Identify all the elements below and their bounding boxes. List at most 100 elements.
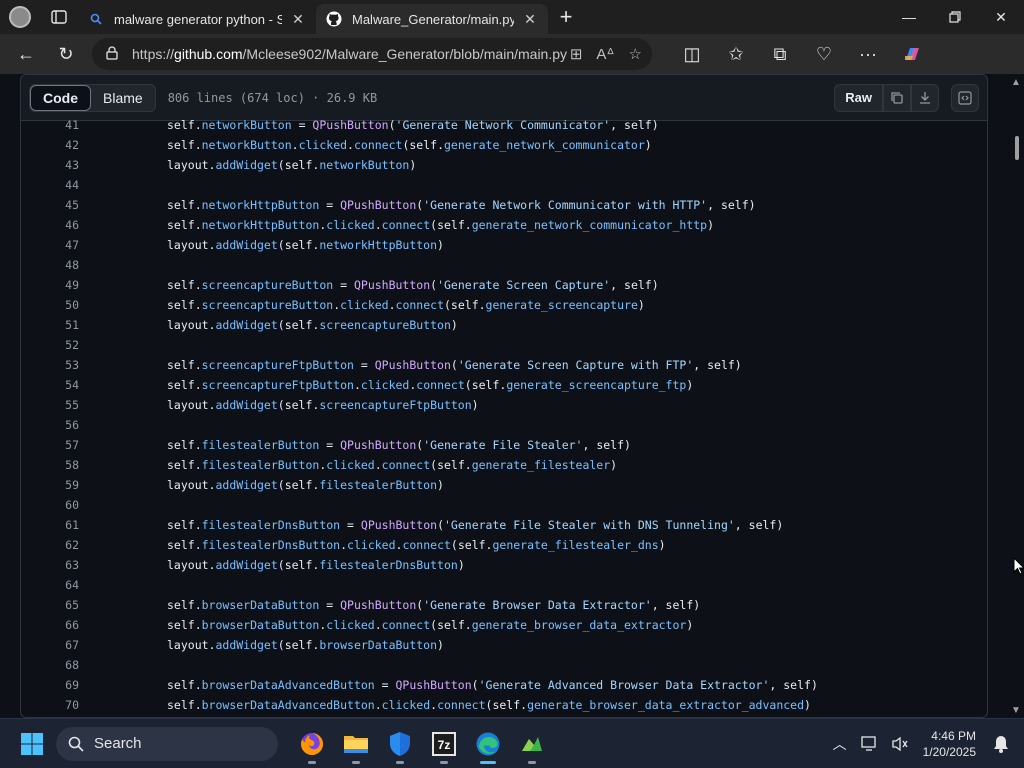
line-number[interactable]: 48 <box>21 258 79 272</box>
show-hidden-icons-button[interactable]: ︿ <box>825 724 855 764</box>
code-text: self.screencaptureFtpButton.clicked.conn… <box>167 378 694 392</box>
taskbar-app-file-explorer[interactable] <box>334 722 378 766</box>
close-tab-icon[interactable]: ✕ <box>290 11 306 27</box>
code-text: self.filestealerDnsButton.clicked.connec… <box>167 538 666 552</box>
copilot-button[interactable] <box>890 34 934 74</box>
split-screen-button[interactable]: ◫ <box>670 34 714 74</box>
read-aloud-icon[interactable]: A͏ᐞ <box>596 45 614 63</box>
app-available-icon[interactable]: ⊞ <box>570 45 583 63</box>
line-number[interactable]: 44 <box>21 178 79 192</box>
restore-icon <box>949 11 961 23</box>
line-number[interactable]: 66 <box>21 618 79 632</box>
taskbar-app-edge[interactable] <box>466 722 510 766</box>
taskbar-app-green[interactable] <box>510 722 554 766</box>
back-button[interactable]: ← <box>6 34 46 74</box>
line-number[interactable]: 54 <box>21 378 79 392</box>
clock-time: 4:46 PM <box>931 728 976 743</box>
line-number[interactable]: 59 <box>21 478 79 492</box>
line-number[interactable]: 45 <box>21 198 79 212</box>
code-line: 57 self.filestealerButton = QPushButton('… <box>21 435 987 455</box>
favorites-button[interactable]: ✩ <box>714 34 758 74</box>
plus-icon: + <box>559 4 573 29</box>
minimize-button[interactable]: — <box>886 0 932 34</box>
tab-title: Malware_Generator/main.py at m <box>352 11 514 27</box>
line-number[interactable]: 55 <box>21 398 79 412</box>
close-tab-icon[interactable]: ✕ <box>522 11 538 27</box>
line-number[interactable]: 64 <box>21 578 79 592</box>
defender-icon <box>390 731 410 756</box>
browser-essentials-button[interactable]: ♡ <box>802 34 846 74</box>
line-number[interactable]: 52 <box>21 338 79 352</box>
line-number[interactable]: 50 <box>21 298 79 312</box>
start-button[interactable] <box>12 724 52 764</box>
line-number[interactable]: 63 <box>21 558 79 572</box>
url-text: https://github.com/Mcleese902/Malware_Ge… <box>132 46 570 62</box>
tab-search[interactable]: malware generator python - Sear ✕ <box>78 4 316 34</box>
line-number[interactable]: 42 <box>21 138 79 152</box>
line-number[interactable]: 53 <box>21 358 79 372</box>
line-number[interactable]: 67 <box>21 638 79 652</box>
network-status-button[interactable] <box>855 724 885 764</box>
symbols-panel-button[interactable] <box>951 83 979 112</box>
code-text: self.screencaptureButton = QPushButton('… <box>167 278 659 292</box>
close-window-button[interactable]: ✕ <box>978 0 1024 34</box>
line-number[interactable]: 57 <box>21 438 79 452</box>
scroll-thumb[interactable] <box>1015 136 1019 160</box>
taskbar-app-7zip[interactable]: 7z <box>422 722 466 766</box>
line-number[interactable]: 43 <box>21 158 79 172</box>
volume-button[interactable] <box>885 724 915 764</box>
avatar <box>9 6 31 28</box>
raw-button[interactable]: Raw <box>834 83 883 112</box>
new-tab-button[interactable]: + <box>548 0 584 34</box>
system-tray: ︿ 4:46 PM 1/20/2025 <box>825 724 1024 764</box>
line-number[interactable]: 51 <box>21 318 79 332</box>
code-line: 66 self.browserDataButton.clicked.connect… <box>21 615 987 635</box>
code-text: self.networkButton = QPushButton('Genera… <box>167 118 659 132</box>
taskbar-app-firefox[interactable] <box>290 722 334 766</box>
code-text: self.filestealerButton.clicked.connect(s… <box>167 458 618 472</box>
line-number[interactable]: 58 <box>21 458 79 472</box>
code-line: 46 self.networkHttpButton.clicked.connect… <box>21 215 987 235</box>
download-button[interactable] <box>911 83 939 112</box>
code-line: 48 <box>21 255 987 275</box>
page-scrollbar[interactable]: ▲ ▼ <box>1008 74 1024 718</box>
scroll-up-icon[interactable]: ▲ <box>1008 74 1024 90</box>
profile-button[interactable] <box>0 0 40 34</box>
code-line: 55 layout.addWidget(self.screencaptureFtp… <box>21 395 987 415</box>
tab-actions-button[interactable] <box>40 0 78 34</box>
file-meta: 806 lines (674 loc) · 26.9 KB <box>167 90 378 105</box>
line-number[interactable]: 68 <box>21 658 79 672</box>
line-number[interactable]: 56 <box>21 418 79 432</box>
code-text: layout.addWidget(self.screencaptureFtpBu… <box>167 398 479 412</box>
copy-raw-button[interactable] <box>883 83 911 112</box>
lock-icon <box>106 45 120 63</box>
restore-button[interactable] <box>932 0 978 34</box>
favorite-star-icon[interactable]: ☆ <box>629 45 642 63</box>
scroll-down-icon[interactable]: ▼ <box>1008 702 1024 718</box>
line-number[interactable]: 69 <box>21 678 79 692</box>
code-tab[interactable]: Code <box>30 84 91 111</box>
line-number[interactable]: 65 <box>21 598 79 612</box>
line-number[interactable]: 41 <box>21 118 79 132</box>
line-number[interactable]: 46 <box>21 218 79 232</box>
notifications-button[interactable] <box>986 724 1016 764</box>
tab-github[interactable]: Malware_Generator/main.py at m ✕ <box>316 4 548 34</box>
collections-button[interactable]: ⧉ <box>758 34 802 74</box>
taskbar-search[interactable]: Search <box>56 726 278 761</box>
clock[interactable]: 4:46 PM 1/20/2025 <box>923 728 976 760</box>
line-number[interactable]: 60 <box>21 498 79 512</box>
collections-icon: ⧉ <box>773 43 787 64</box>
line-number[interactable]: 49 <box>21 278 79 292</box>
close-icon: ✕ <box>995 8 1007 25</box>
line-number[interactable]: 62 <box>21 538 79 552</box>
taskbar-app-defender[interactable] <box>378 722 422 766</box>
line-number[interactable]: 47 <box>21 238 79 252</box>
blame-tab[interactable]: Blame <box>91 85 155 111</box>
svg-text:7z: 7z <box>438 738 451 752</box>
line-number[interactable]: 70 <box>21 698 79 712</box>
address-bar[interactable]: https://github.com/Mcleese902/Malware_Ge… <box>92 38 652 70</box>
code-line: 67 layout.addWidget(self.browserDataButto… <box>21 635 987 655</box>
refresh-button[interactable]: ↻ <box>46 34 86 74</box>
settings-menu-button[interactable]: ··· <box>846 34 890 74</box>
line-number[interactable]: 61 <box>21 518 79 532</box>
